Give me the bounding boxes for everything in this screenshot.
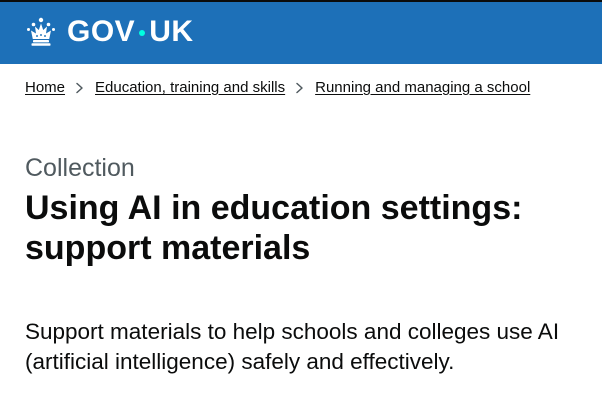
crown-icon — [27, 17, 55, 46]
chevron-right-icon — [296, 82, 303, 94]
logo-text-left: GOV — [67, 15, 136, 48]
page-title: Using AI in education settings: support … — [25, 189, 523, 267]
govuk-logo-link[interactable]: GOV UK — [25, 14, 194, 50]
breadcrumb-education-link[interactable]: Education, training and skills — [95, 78, 285, 98]
collection-caption: Collection — [25, 154, 135, 182]
logo-text-right: UK — [149, 15, 194, 48]
logo-dot — [139, 30, 146, 36]
breadcrumb-running-school-link[interactable]: Running and managing a school — [315, 78, 530, 98]
site-header: GOV UK — [0, 0, 602, 64]
chevron-right-icon — [76, 82, 83, 94]
breadcrumb: Home Education, training and skills Runn… — [25, 78, 530, 98]
header-top-border — [0, 0, 602, 2]
lead-paragraph: Support materials to help schools and co… — [25, 319, 560, 374]
govuk-wordmark: GOV UK — [67, 17, 194, 47]
breadcrumb-home-link[interactable]: Home — [25, 78, 65, 98]
